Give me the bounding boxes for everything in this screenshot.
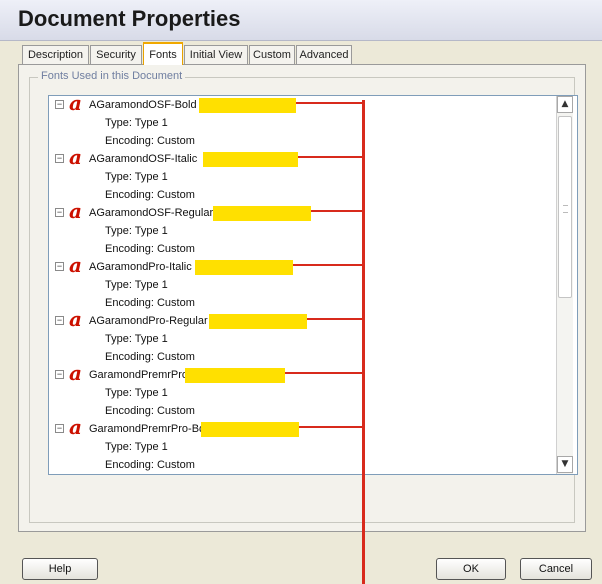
- collapse-icon[interactable]: −: [55, 316, 64, 325]
- collapse-icon[interactable]: −: [55, 100, 64, 109]
- scroll-thumb[interactable]: [558, 116, 572, 298]
- vertical-scrollbar[interactable]: ▲ ▼: [556, 96, 573, 474]
- callout-line: [293, 264, 364, 266]
- tab-initial-view[interactable]: Initial View: [184, 45, 248, 64]
- callout-line: [296, 102, 364, 104]
- window-title: Document Properties: [18, 6, 241, 31]
- tab-advanced[interactable]: Advanced: [296, 45, 352, 64]
- font-name: GaramondPremrPro: [89, 369, 189, 381]
- font-encoding: Encoding: Custom: [105, 459, 195, 471]
- font-name: AGaramondOSF-Bold: [89, 99, 197, 111]
- collapse-icon[interactable]: −: [55, 424, 64, 433]
- font-type: Type: Type 1: [105, 279, 168, 291]
- font-name: AGaramondOSF-Regular: [89, 207, 214, 219]
- fonts-tree[interactable]: − a AGaramondOSF-Bold Type: Type 1 Encod…: [48, 95, 578, 475]
- collapse-icon[interactable]: −: [55, 208, 64, 217]
- font-type: Type: Type 1: [105, 117, 168, 129]
- collapse-icon[interactable]: −: [55, 370, 64, 379]
- type1-font-icon: a: [69, 95, 82, 115]
- font-encoding: Encoding: Custom: [105, 405, 195, 417]
- highlight-mark: [201, 422, 299, 437]
- font-encoding: Encoding: Custom: [105, 189, 195, 201]
- callout-line: [311, 210, 364, 212]
- font-type: Type: Type 1: [105, 171, 168, 183]
- type1-font-icon: a: [69, 415, 82, 439]
- font-encoding: Encoding: Custom: [105, 135, 195, 147]
- font-name: AGaramondPro-Regular: [89, 315, 208, 327]
- fonts-group-label: Fonts Used in this Document: [38, 70, 186, 82]
- type1-font-icon: a: [69, 145, 82, 169]
- highlight-mark: [203, 152, 298, 167]
- tab-custom[interactable]: Custom: [249, 45, 295, 64]
- type1-font-icon: a: [69, 361, 82, 385]
- grip-icon: [563, 205, 568, 213]
- tab-security[interactable]: Security: [90, 45, 142, 64]
- scroll-up-arrow-icon[interactable]: ▲: [557, 96, 573, 113]
- title-bar: Document Properties: [0, 0, 602, 41]
- type1-font-icon: a: [69, 199, 82, 223]
- font-encoding: Encoding: Custom: [105, 243, 195, 255]
- font-encoding: Encoding: Custom: [105, 351, 195, 363]
- tab-fonts[interactable]: Fonts: [143, 42, 183, 65]
- tab-description[interactable]: Description: [22, 45, 89, 64]
- ok-button[interactable]: OK: [436, 558, 506, 580]
- scroll-down-arrow-icon[interactable]: ▼: [557, 456, 573, 473]
- type1-font-icon: a: [69, 253, 82, 277]
- callout-line: [298, 156, 364, 158]
- help-button[interactable]: Help: [22, 558, 98, 580]
- font-name: AGaramondOSF-Italic: [89, 153, 198, 165]
- font-type: Type: Type 1: [105, 333, 168, 345]
- highlight-mark: [185, 368, 285, 383]
- font-name: GaramondPremrPro-Bd: [89, 423, 206, 435]
- callout-line: [285, 372, 364, 374]
- callout-line: [307, 318, 364, 320]
- font-type: Type: Type 1: [105, 441, 168, 453]
- cancel-button[interactable]: Cancel: [520, 558, 592, 580]
- type1-font-icon: a: [69, 307, 82, 331]
- callout-line: [299, 426, 364, 428]
- highlight-mark: [199, 98, 296, 113]
- highlight-mark: [209, 314, 307, 329]
- font-type: Type: Type 1: [105, 225, 168, 237]
- font-encoding: Encoding: Custom: [105, 297, 195, 309]
- font-name: AGaramondPro-Italic: [89, 261, 192, 273]
- highlight-mark: [195, 260, 293, 275]
- callout-vertical-line: [362, 100, 365, 584]
- collapse-icon[interactable]: −: [55, 262, 64, 271]
- highlight-mark: [213, 206, 311, 221]
- collapse-icon[interactable]: −: [55, 154, 64, 163]
- font-type: Type: Type 1: [105, 387, 168, 399]
